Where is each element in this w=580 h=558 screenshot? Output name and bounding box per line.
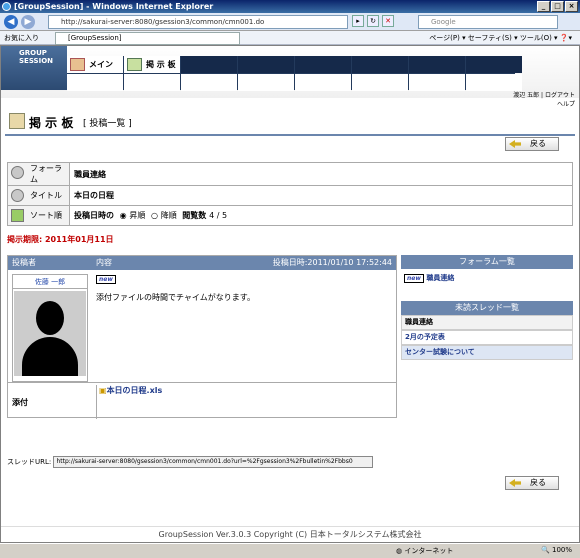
avatar <box>14 291 86 376</box>
app-header: GROUP SESSION メイン 掲 示 板 <box>1 46 579 98</box>
footer-copyright: GroupSession Ver.3.0.3 Copyright (C) 日本ト… <box>1 526 579 542</box>
post-limit: 掲示期限: 2011年01月11日 <box>7 235 114 244</box>
menu-empty <box>352 56 408 73</box>
go-icon[interactable]: ▸ <box>352 15 364 27</box>
page-content: GROUP SESSION メイン 掲 示 板 渡辺 五郎 | ログアウト ヘル… <box>0 45 580 543</box>
new-icon: new <box>404 274 424 283</box>
title-value: 本日の日程 <box>69 185 573 206</box>
logout-link[interactable]: ログアウト <box>545 92 575 99</box>
sort-icon <box>11 209 24 222</box>
search-input[interactable]: Google <box>418 15 558 29</box>
forum-label: フォーラム <box>7 162 70 186</box>
sort-label: ソート順 <box>7 205 70 226</box>
post-new-badge: new <box>96 274 116 284</box>
menu-bulletin[interactable]: 掲 示 板 <box>124 56 180 73</box>
zoom-icon: 🔍 <box>541 546 550 554</box>
menu-empty <box>409 56 465 73</box>
back-arrow-icon <box>509 140 521 148</box>
menu-empty <box>466 56 522 73</box>
window-title: [GroupSession] - Windows Internet Explor… <box>14 2 214 11</box>
globe-icon: ◍ <box>396 547 403 555</box>
unread-list-title: 未読スレッド一覧 <box>401 301 573 315</box>
menu-empty <box>67 74 123 91</box>
title-icon <box>11 189 24 202</box>
refresh-icon[interactable]: ↻ <box>367 15 379 27</box>
page-subtitle: [ 投稿一覧 ] <box>83 119 132 129</box>
status-bar: ◍ インターネット 🔍 100% <box>0 543 580 558</box>
author-name[interactable]: 佐藤 一郎 <box>13 275 87 289</box>
views-count: 4 / 5 <box>209 211 228 220</box>
bulletin-icon <box>127 58 142 71</box>
page-title: 掲 示 板 <box>29 116 74 130</box>
user-name[interactable]: 渡辺 五郎 <box>513 92 539 99</box>
bulletin-board-icon <box>9 113 25 129</box>
zoom-level[interactable]: 🔍 100% <box>541 546 572 554</box>
menu-empty <box>352 74 408 91</box>
thread-url-row: スレッドURL: http://sakurai-server:8080/gses… <box>7 456 374 468</box>
title-label: タイトル <box>7 185 70 206</box>
sort-asc-radio[interactable]: ◉ <box>120 211 127 220</box>
unread-item[interactable]: 2月の予定表 <box>401 330 573 345</box>
back-button-top[interactable]: 戻る <box>505 137 559 151</box>
menu-empty <box>181 74 237 91</box>
menu-main[interactable]: メイン <box>67 56 123 73</box>
menu-empty <box>295 56 351 73</box>
favorites-bar: お気に入り [GroupSession] ページ(P) ▾ セーフティ(S) ▾… <box>0 31 580 45</box>
command-bar[interactable]: ページ(P) ▾ セーフティ(S) ▾ ツール(O) ▾ ❓▾ <box>429 33 572 43</box>
header-content: 内容 <box>96 258 112 267</box>
home-icon <box>70 58 85 71</box>
menu-empty <box>181 56 237 73</box>
forum-icon <box>11 166 24 179</box>
back-nav-icon[interactable]: ◀ <box>4 15 18 29</box>
menu-empty <box>466 74 522 91</box>
sort-desc-radio[interactable]: ○ <box>151 211 158 220</box>
menu-empty <box>409 74 465 91</box>
post-body: 添付ファイルの時間でチャイムがなります。 <box>96 293 255 302</box>
browser-tab[interactable]: [GroupSession] <box>55 32 240 45</box>
ie-icon <box>2 2 11 11</box>
sort-options: 投稿日時の ◉ 昇順 ○ 降順 閲覧数 4 / 5 <box>69 205 573 226</box>
maximize-button[interactable]: □ <box>551 1 564 12</box>
address-input[interactable]: http://sakurai-server:8080/gsession3/com… <box>48 15 348 29</box>
post-table: 投稿者 内容 投稿日時:2011/01/10 17:52:44 佐藤 一郎 ne… <box>7 255 397 419</box>
menu-empty <box>238 56 294 73</box>
address-bar-row: ◀ ▶ http://sakurai-server:8080/gsession3… <box>0 13 580 31</box>
unread-item[interactable]: 職員連絡 <box>401 315 573 330</box>
app-logo[interactable]: GROUP SESSION <box>1 46 67 90</box>
back-arrow-icon <box>509 479 521 487</box>
attachment-row: 添付 ▣本日の日程.xls <box>8 382 396 419</box>
menu-empty <box>238 74 294 91</box>
attachment-link[interactable]: ▣本日の日程.xls <box>96 385 162 419</box>
thread-url-label: スレッドURL: <box>7 458 52 466</box>
forward-nav-icon[interactable]: ▶ <box>21 15 35 29</box>
main-menu: メイン 掲 示 板 <box>67 56 522 91</box>
thread-url-field[interactable]: http://sakurai-server:8080/gsession3/com… <box>53 456 374 468</box>
user-info: 渡辺 五郎 | ログアウト <box>513 92 575 99</box>
minimize-button[interactable]: _ <box>537 1 550 12</box>
attachment-label: 添付 <box>12 398 28 407</box>
favorites-button[interactable]: お気に入り <box>4 33 39 43</box>
forum-value: 職員連絡 <box>69 162 573 186</box>
folder-icon: ▣ <box>99 386 107 395</box>
window-titlebar: [GroupSession] - Windows Internet Explor… <box>0 0 580 13</box>
forum-list-title: フォーラム一覧 <box>401 255 573 269</box>
forum-list-item[interactable]: new 職員連絡 <box>401 269 573 291</box>
menu-empty <box>295 74 351 91</box>
stop-icon[interactable]: ✕ <box>382 15 394 27</box>
thread-info-table: フォーラム 職員連絡 タイトル 本日の日程 ソート順 投稿日時の ◉ 昇順 ○ … <box>7 162 573 226</box>
header-author: 投稿者 <box>12 258 36 267</box>
menu-empty <box>124 74 180 91</box>
help-link[interactable]: ヘルプ <box>557 99 575 108</box>
page-title-bar: 掲 示 板 [ 投稿一覧 ] <box>5 108 575 136</box>
unread-item[interactable]: センター試験について <box>401 345 573 360</box>
header-date: 投稿日時:2011/01/10 17:52:44 <box>272 258 392 267</box>
back-button-bottom[interactable]: 戻る <box>505 476 559 490</box>
sidebar: フォーラム一覧 new 職員連絡 未読スレッド一覧 職員連絡 2月の予定表 セン… <box>401 255 573 360</box>
post-header: 投稿者 内容 投稿日時:2011/01/10 17:52:44 <box>8 256 396 270</box>
author-box: 佐藤 一郎 <box>12 274 88 382</box>
close-button[interactable]: × <box>565 1 578 12</box>
internet-zone: ◍ インターネット <box>396 547 454 555</box>
